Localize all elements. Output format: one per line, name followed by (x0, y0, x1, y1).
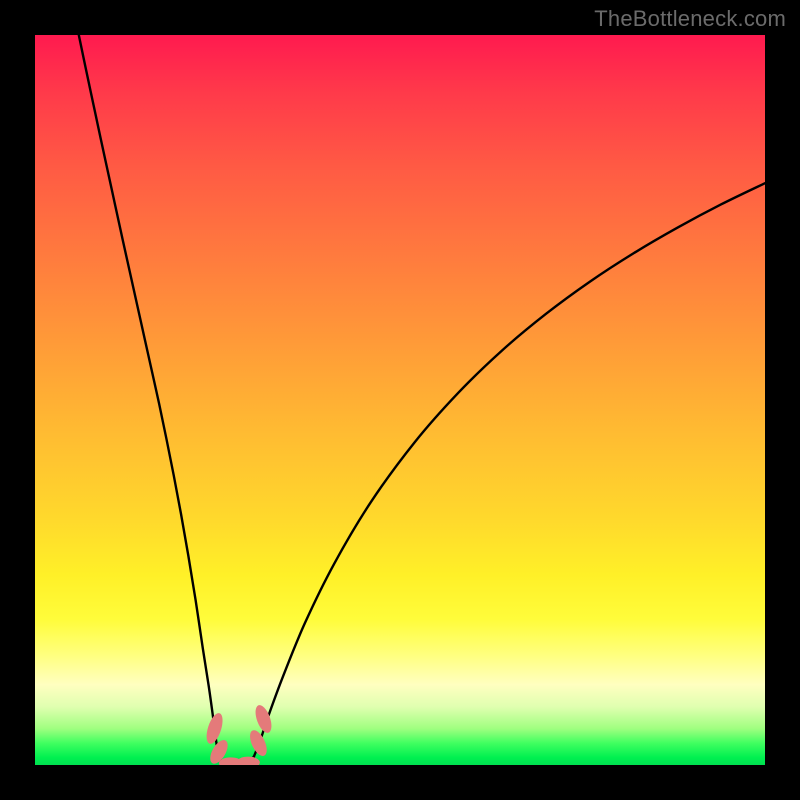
chart-frame: TheBottleneck.com (0, 0, 800, 800)
watermark-text: TheBottleneck.com (594, 6, 786, 32)
marker-floor-right (236, 757, 259, 765)
plot-area (35, 35, 765, 765)
bottleneck-curve (79, 35, 765, 765)
valley-markers (203, 703, 274, 765)
curve-layer (35, 35, 765, 765)
